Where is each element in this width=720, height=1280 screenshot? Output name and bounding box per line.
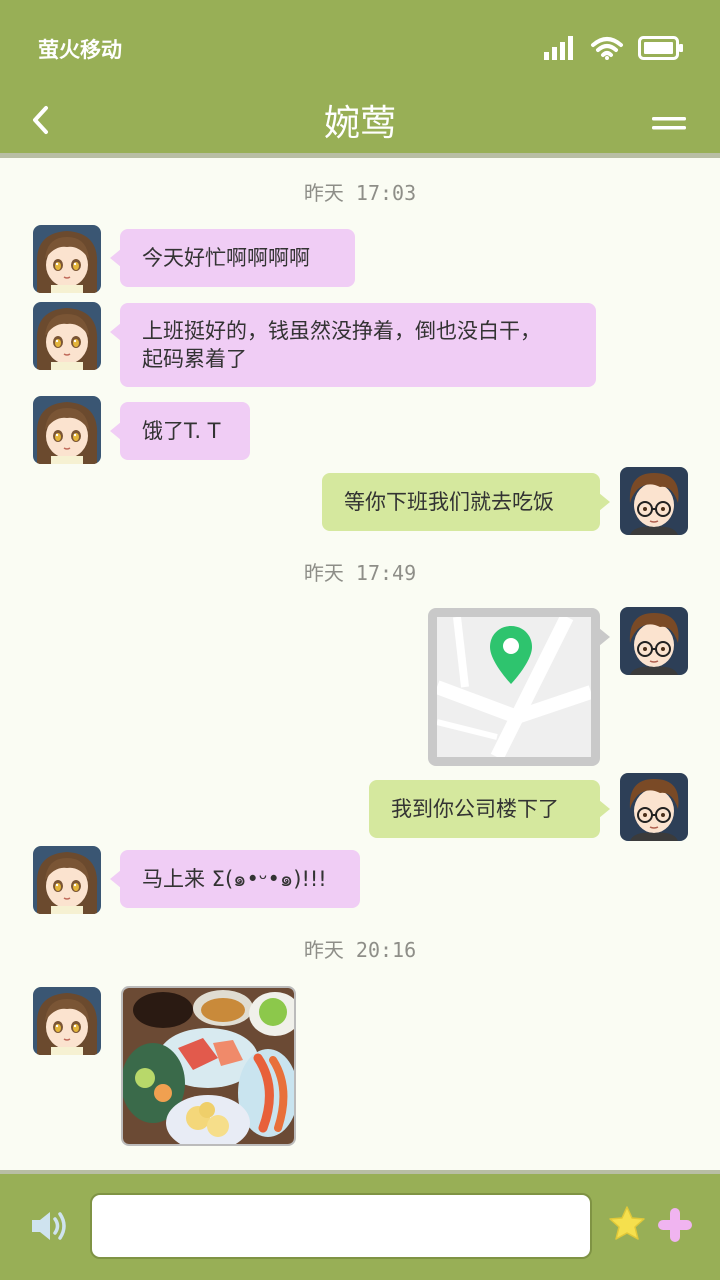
carrier-name: 萤火移动 <box>38 38 122 62</box>
timestamp: 昨天 17:49 <box>303 561 417 585</box>
speaker-icon <box>32 1212 66 1240</box>
menu-icon <box>652 117 686 130</box>
battery-icon <box>638 36 683 60</box>
emoji-button[interactable] <box>608 1205 646 1243</box>
message-bubble[interactable]: 等你下班我们就去吃饭 <box>322 473 610 531</box>
map-pin-icon <box>490 626 532 684</box>
contact-avatar[interactable] <box>33 396 101 464</box>
message-text: 今天好忙啊啊啊啊 <box>142 246 310 270</box>
status-icons <box>544 34 684 62</box>
message-input[interactable] <box>90 1193 592 1259</box>
my-avatar[interactable] <box>620 467 688 535</box>
message-text: 等你下班我们就去吃饭 <box>344 490 554 514</box>
message-text: 饿了T. T <box>142 419 221 443</box>
message-bubble[interactable]: 饿了T. T <box>110 402 250 460</box>
more-button[interactable] <box>655 1205 695 1245</box>
timestamp: 昨天 20:16 <box>303 938 417 962</box>
message-text: 马上来 Σ(๑•ᵕ•๑)!!! <box>142 867 327 891</box>
message-bubble[interactable]: 上班挺好的，钱虽然没挣着，倒也没白干， 起码累着了 <box>110 303 596 387</box>
contact-avatar[interactable] <box>33 225 101 293</box>
message-bubble[interactable]: 我到你公司楼下了 <box>369 780 610 838</box>
chat-title: 婉莺 <box>323 103 396 144</box>
food-photo[interactable] <box>121 986 296 1146</box>
message-bubble[interactable]: 今天好忙啊啊啊啊 <box>110 229 355 287</box>
signal-icon <box>544 36 573 60</box>
message-text-line: 上班挺好的，钱虽然没挣着，倒也没白干， <box>142 319 541 343</box>
contact-avatar[interactable] <box>33 987 101 1055</box>
my-avatar[interactable] <box>620 607 688 675</box>
contact-avatar[interactable] <box>33 846 101 914</box>
message-bubble[interactable]: 马上来 Σ(๑•ᵕ•๑)!!! <box>110 850 360 908</box>
voice-button[interactable] <box>28 1204 72 1248</box>
message-text-line: 起码累着了 <box>142 347 247 371</box>
timestamp: 昨天 17:03 <box>303 181 417 205</box>
app-header: 萤火移动 婉莺 <box>0 0 720 156</box>
header-divider <box>0 153 720 158</box>
contact-avatar[interactable] <box>33 302 101 370</box>
message-text: 我到你公司楼下了 <box>391 797 559 821</box>
star-icon <box>609 1206 645 1240</box>
wifi-icon <box>591 37 623 60</box>
menu-button[interactable] <box>650 113 690 137</box>
my-avatar[interactable] <box>620 773 688 841</box>
plus-icon <box>658 1208 692 1242</box>
location-message[interactable] <box>428 608 610 766</box>
